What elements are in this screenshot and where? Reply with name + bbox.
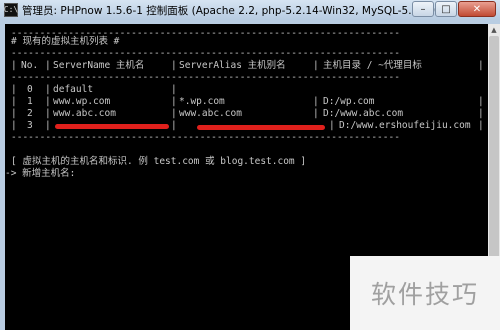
col-sep: |	[171, 108, 177, 119]
col-header-dir: 主机目录 / ~代理目标	[323, 60, 422, 71]
row-no: 3	[27, 120, 33, 131]
console-icon-text: C:\	[3, 5, 19, 14]
col-sep: |	[478, 108, 484, 119]
col-sep: |	[45, 120, 51, 131]
title-bar[interactable]: C:\ 管理员: PHPnow 1.5.6-1 控制面板 (Apache 2.2…	[0, 0, 500, 20]
list-heading: # 现有的虚拟主机列表 #	[11, 36, 120, 47]
col-sep: |	[171, 60, 177, 71]
console-window: C:\ 管理员: PHPnow 1.5.6-1 控制面板 (Apache 2.2…	[0, 0, 500, 330]
maximize-button[interactable]: □	[435, 1, 457, 17]
col-sep: |	[313, 96, 319, 107]
col-sep: |	[313, 108, 319, 119]
col-sep: |	[11, 108, 17, 119]
row-dir: D:/www.abc.com	[323, 108, 404, 119]
col-header-servername: ServerName 主机名	[53, 60, 145, 71]
watermark: 软件技巧	[350, 256, 500, 330]
console-app-icon[interactable]: C:\	[4, 3, 18, 17]
row-no: 0	[27, 84, 33, 95]
redaction-mark	[197, 125, 325, 130]
close-button[interactable]: ✕	[458, 1, 496, 17]
col-sep: |	[45, 84, 51, 95]
rule-1: ----------------------------------------…	[11, 48, 400, 59]
col-sep: |	[171, 96, 177, 107]
row-dir: D:/www.ershoufeijiu.com	[339, 120, 471, 131]
col-sep: |	[478, 120, 484, 131]
row-servername: www.abc.com	[53, 108, 116, 119]
col-header-no: No.	[21, 60, 39, 71]
row-dir: D:/wp.com	[323, 96, 375, 107]
rule-3: ----------------------------------------…	[11, 132, 400, 143]
col-sep: |	[11, 96, 17, 107]
minimize-button[interactable]: –	[412, 1, 434, 17]
scroll-up-icon[interactable]: ▲	[488, 24, 500, 36]
rule-2: ----------------------------------------…	[11, 72, 400, 83]
col-sep: |	[478, 96, 484, 107]
row-serveralias: *.wp.com	[179, 96, 225, 107]
window-title: 管理员: PHPnow 1.5.6-1 控制面板 (Apache 2.2, ph…	[22, 4, 440, 17]
row-no: 1	[27, 96, 33, 107]
col-sep: |	[45, 96, 51, 107]
col-header-serveralias: ServerAlias 主机别名	[179, 60, 286, 71]
col-sep: |	[11, 120, 17, 131]
input-prompt[interactable]: -> 新增主机名:	[5, 168, 75, 180]
redaction-mark	[55, 124, 169, 129]
col-sep: |	[45, 108, 51, 119]
col-sep: |	[329, 120, 335, 131]
col-sep: |	[11, 60, 17, 71]
row-no: 2	[27, 108, 33, 119]
col-sep: |	[313, 60, 319, 71]
col-sep: |	[11, 84, 17, 95]
row-serveralias: www.abc.com	[179, 108, 242, 119]
col-sep: |	[478, 60, 484, 71]
row-servername: www.wp.com	[53, 96, 111, 107]
col-sep: |	[171, 120, 177, 131]
hint-text: [ 虚拟主机的主机名和标识. 例 test.com 或 blog.test.co…	[11, 156, 307, 167]
col-sep: |	[45, 60, 51, 71]
col-sep: |	[171, 84, 177, 95]
row-servername: default	[53, 84, 94, 95]
